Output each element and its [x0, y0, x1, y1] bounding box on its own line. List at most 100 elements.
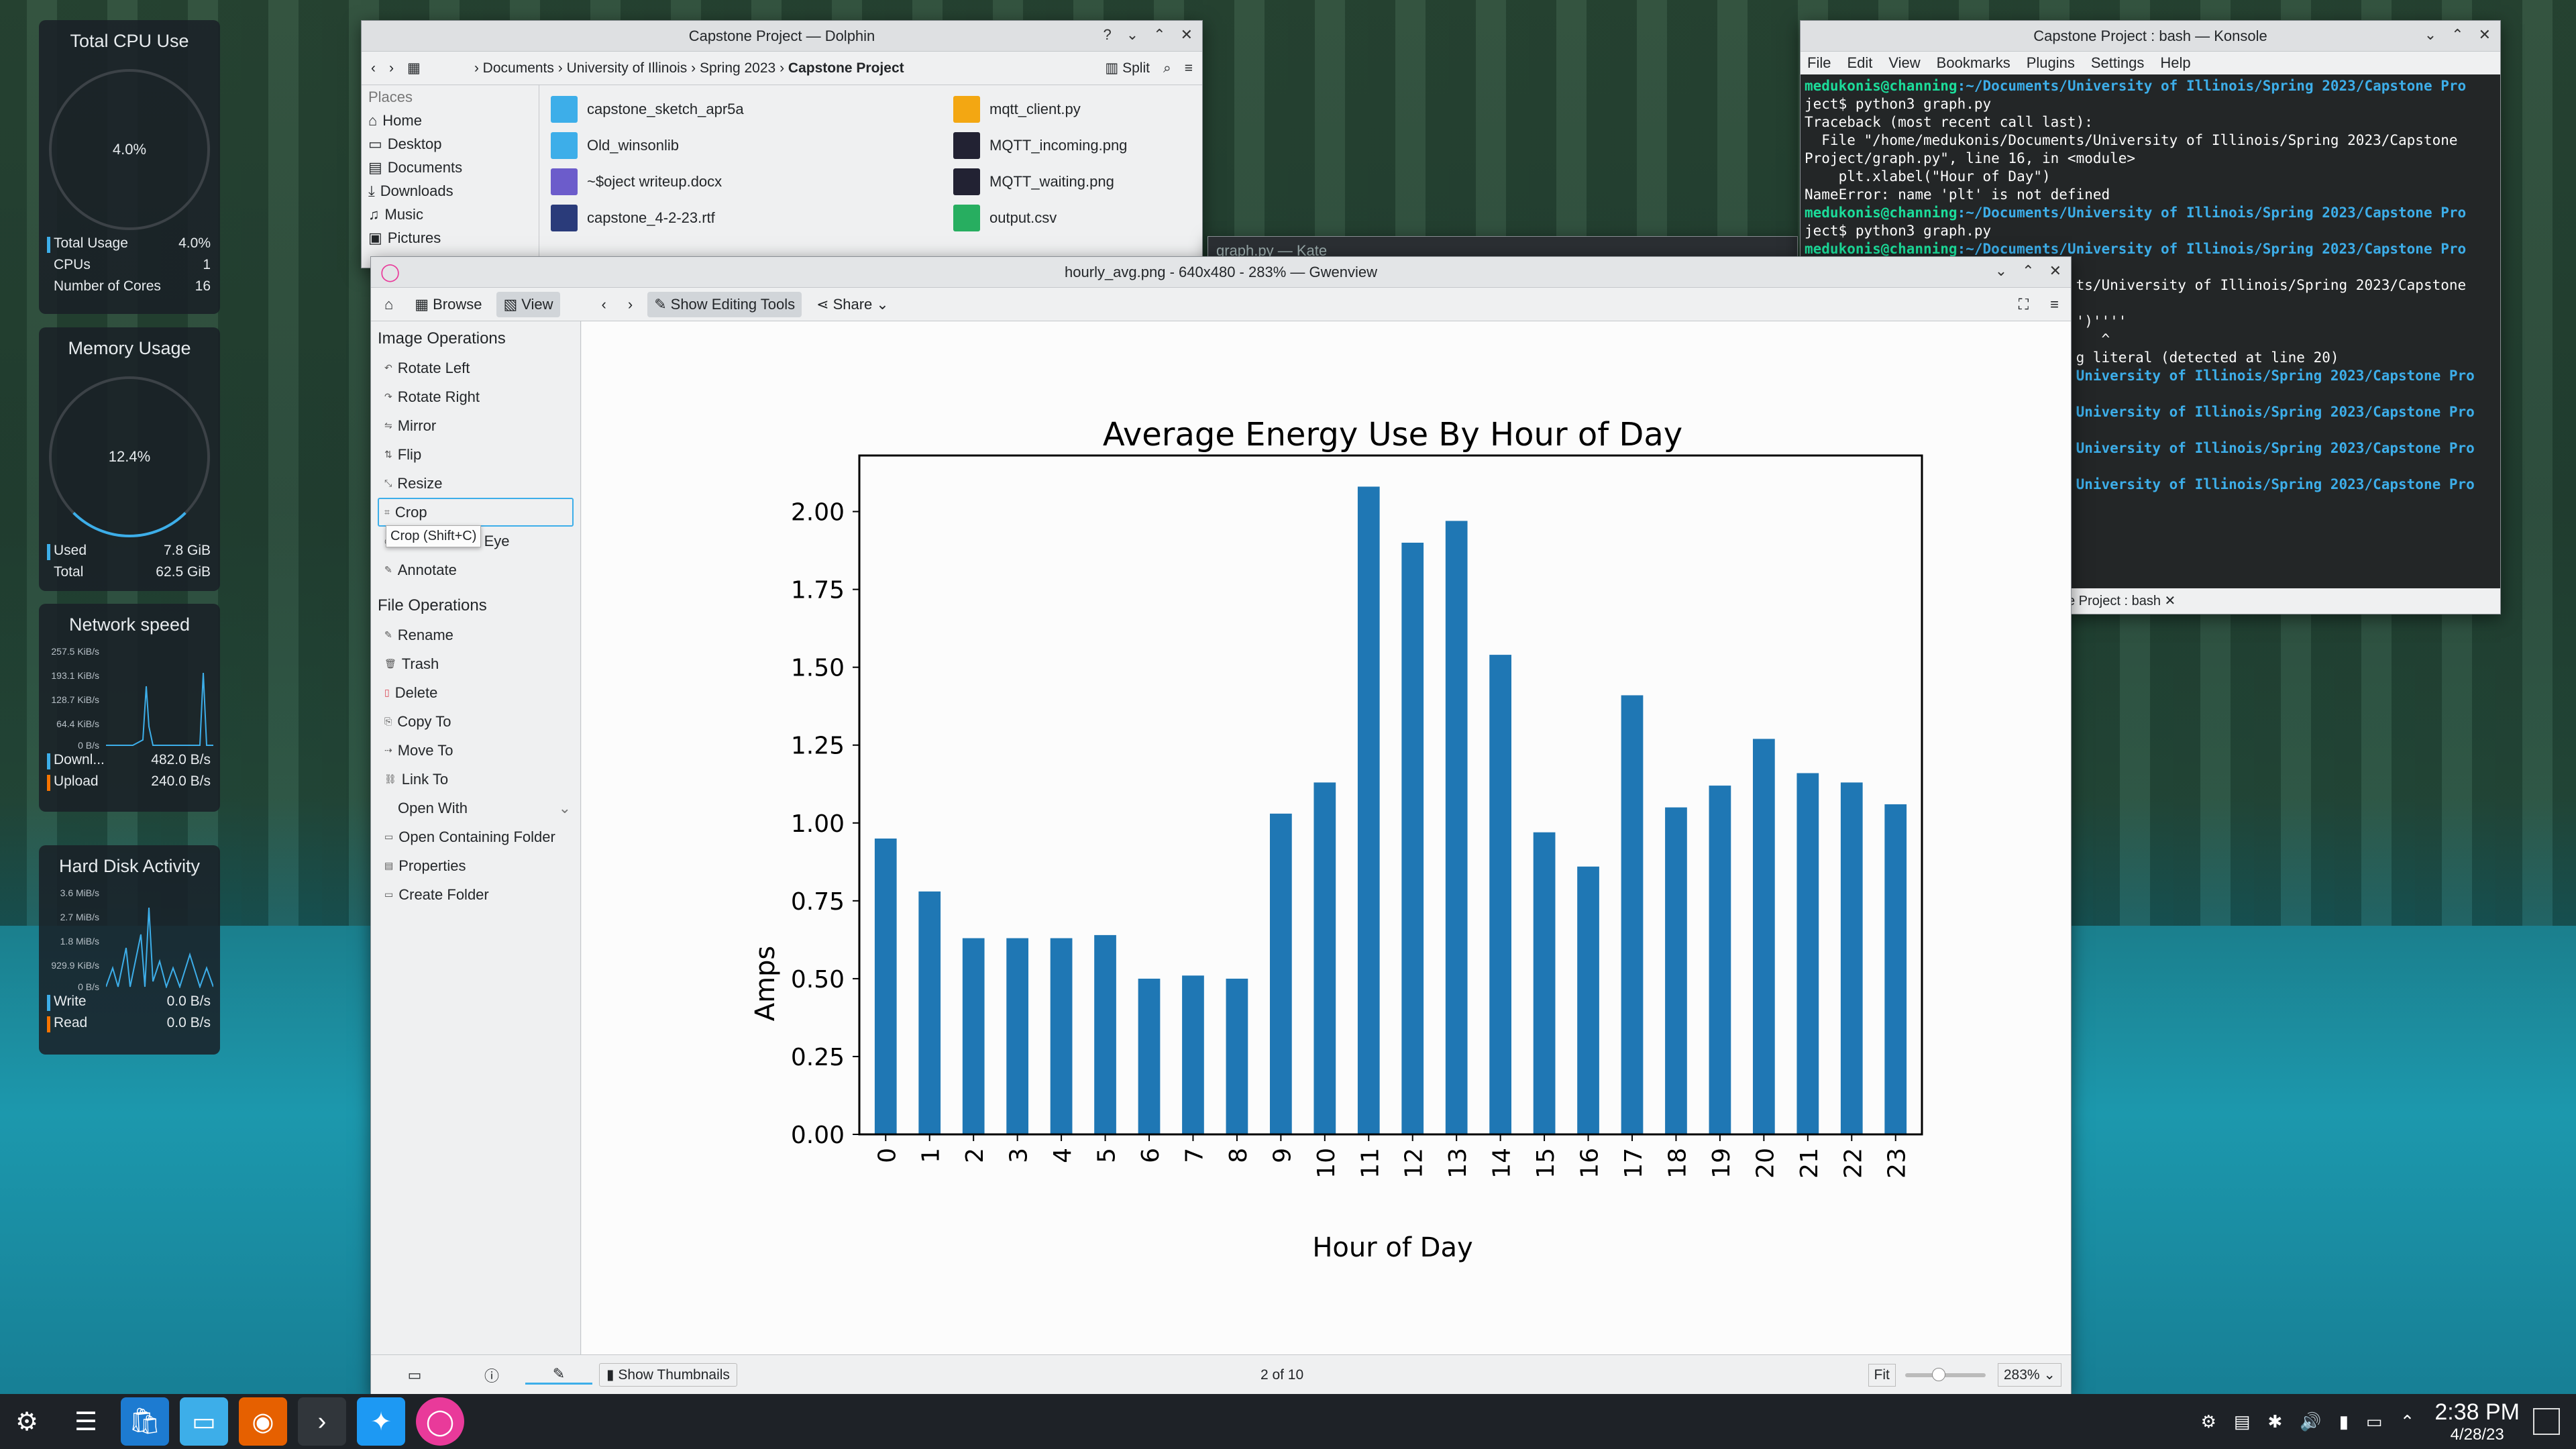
file-item[interactable]: MQTT_waiting.png [953, 168, 1114, 195]
properties-action[interactable]: ▤ Properties [371, 851, 580, 880]
battery-icon[interactable]: ▮ [2339, 1411, 2349, 1432]
volume-icon[interactable]: 🔊 [2300, 1411, 2321, 1432]
next-icon[interactable]: › [621, 292, 639, 317]
mirror-action[interactable]: ⇋ Mirror [371, 411, 580, 440]
system-settings-icon[interactable]: ☰ [62, 1397, 110, 1446]
split-button[interactable]: ▥ Split [1105, 60, 1150, 76]
fullscreen-icon[interactable]: ⛶ [2012, 292, 2035, 317]
back-icon[interactable]: ‹ [371, 60, 376, 76]
konsole-taskbar-icon[interactable]: › [298, 1397, 346, 1446]
menu-icon[interactable]: ≡ [2043, 292, 2065, 317]
rotate-right-action[interactable]: ↷ Rotate Right [371, 382, 580, 411]
application-launcher-icon[interactable]: ⚙ [3, 1397, 51, 1446]
help-icon[interactable]: ? [1103, 26, 1111, 44]
gwenview-window[interactable]: ◯ hourly_avg.png - 640x480 - 283% — Gwenv… [370, 256, 2072, 1395]
place-item[interactable]: ♫ Music [362, 203, 539, 226]
maximize-icon[interactable]: ⌃ [2022, 262, 2034, 280]
menu-item[interactable]: Plugins [2027, 54, 2075, 72]
crop-action[interactable]: ⌗ Crop [378, 498, 574, 527]
close-icon[interactable]: ✕ [2479, 26, 2491, 44]
menu-icon[interactable]: ≡ [1185, 60, 1193, 76]
menu-item[interactable]: Bookmarks [1937, 54, 2010, 72]
kate-taskbar-icon[interactable]: ✦ [357, 1397, 405, 1446]
network-icon[interactable]: ⚙ [2201, 1411, 2216, 1432]
home-icon[interactable]: ⌂ [378, 292, 400, 317]
zoom-level-select[interactable]: 283% ⌄ [1997, 1363, 2061, 1387]
maximize-icon[interactable]: ⌃ [1153, 26, 1165, 44]
bluetooth-icon[interactable]: ✱ [2268, 1411, 2283, 1432]
menu-item[interactable]: Help [2160, 54, 2190, 72]
file-item[interactable]: output.csv [953, 205, 1057, 231]
image-viewport[interactable]: Average Energy Use By Hour of Day Hour o… [582, 321, 2071, 1354]
maximize-icon[interactable]: ⌃ [2451, 26, 2463, 44]
fit-button[interactable]: Fit [1868, 1363, 1896, 1387]
file-item[interactable]: mqtt_client.py [953, 96, 1081, 123]
menu-item[interactable]: File [1807, 54, 1831, 72]
file-item[interactable]: capstone_4-2-23.rtf [551, 205, 715, 231]
file-item[interactable]: ~$oject writeup.docx [551, 168, 722, 195]
crumb[interactable]: Capstone Project [788, 60, 904, 76]
crumb[interactable]: Spring 2023 [700, 60, 775, 76]
previous-icon[interactable]: ‹ [595, 292, 613, 317]
folder-panel-icon[interactable]: ▭ [371, 1366, 458, 1384]
view-button[interactable]: ▧ View [496, 291, 560, 317]
dolphin-toolbar: ‹ › ▦ › Documents › University of Illinoi… [362, 52, 1202, 85]
delete-action[interactable]: ▯ Delete [371, 678, 580, 707]
share-button[interactable]: ⋖ Share ⌄ [810, 292, 896, 317]
copy-to-action[interactable]: ⎘ Copy To [371, 707, 580, 736]
chevron-up-icon[interactable]: ⌃ [2400, 1411, 2415, 1432]
show-editing-tools-button[interactable]: ✎ Show Editing Tools [647, 291, 802, 317]
file-item[interactable]: Old_winsonlib [551, 132, 679, 159]
zoom-slider[interactable] [1904, 1367, 1986, 1381]
annotate-action[interactable]: ✎ Annotate [371, 555, 580, 584]
clipboard-icon[interactable]: ▤ [2234, 1411, 2251, 1432]
clock[interactable]: 2:38 PM 4/28/23 [2434, 1399, 2520, 1444]
y-tick-label: 1.00 [791, 810, 845, 838]
place-item[interactable]: ▣ Pictures [362, 226, 539, 250]
trash-action[interactable]: 🗑 Trash [371, 649, 580, 678]
gwenview-taskbar-icon[interactable]: ◯ [416, 1397, 464, 1446]
place-item[interactable]: ▭ Desktop [362, 132, 539, 156]
open-containing-folder-action[interactable]: ▭ Open Containing Folder [371, 822, 580, 851]
close-icon[interactable]: ✕ [1181, 26, 1193, 44]
show-desktop-icon[interactable] [2533, 1408, 2560, 1435]
resize-action[interactable]: ⤡ Resize [371, 469, 580, 498]
crumb[interactable]: University of Illinois [567, 60, 688, 76]
x-tick-label: 12 [1401, 1148, 1428, 1179]
folder-icon: ▭ [384, 831, 394, 842]
menu-item[interactable]: Settings [2091, 54, 2145, 72]
create-folder-action[interactable]: ▭ Create Folder [371, 880, 580, 909]
file-item[interactable]: MQTT_incoming.png [953, 132, 1127, 159]
dolphin-window[interactable]: Capstone Project — Dolphin ? ⌄ ⌃ ✕ ‹ › ▦ › D… [361, 20, 1203, 268]
search-icon[interactable]: ⌕ [1163, 60, 1171, 76]
link-to-action[interactable]: ⛓ Link To [371, 765, 580, 794]
forward-icon[interactable]: › [389, 60, 394, 76]
display-icon[interactable]: ▭ [2366, 1411, 2383, 1432]
flip-action[interactable]: ⇅ Flip [371, 440, 580, 469]
minimize-icon[interactable]: ⌄ [1126, 26, 1138, 44]
network-row: Upload 240.0 B/s [39, 773, 220, 791]
browse-button[interactable]: ▦ Browse [408, 292, 488, 317]
menu-item[interactable]: View [1888, 54, 1920, 72]
view-mode-icon[interactable]: ▦ [407, 60, 421, 76]
konsole-tab[interactable]: e Project : bash ✕ [2062, 588, 2500, 614]
minimize-icon[interactable]: ⌄ [2424, 26, 2436, 44]
place-item[interactable]: ⌂ Home [362, 109, 539, 132]
move-to-action[interactable]: ⇢ Move To [371, 736, 580, 765]
close-icon[interactable]: ✕ [2049, 262, 2061, 280]
menu-item[interactable]: Edit [1847, 54, 1872, 72]
show-thumbnails-button[interactable]: ▮ Show Thumbnails [599, 1363, 737, 1387]
rotate-left-action[interactable]: ↶ Rotate Left [371, 354, 580, 382]
dolphin-taskbar-icon[interactable]: ▭ [180, 1397, 228, 1446]
discover-icon[interactable]: 🛍 [121, 1397, 169, 1446]
rename-action[interactable]: ✎ Rename [371, 621, 580, 649]
crumb[interactable]: Documents [483, 60, 554, 76]
minimize-icon[interactable]: ⌄ [1995, 262, 2007, 280]
firefox-icon[interactable]: ◉ [239, 1397, 287, 1446]
place-item[interactable]: ⤓ Downloads [362, 179, 539, 203]
file-item[interactable]: capstone_sketch_apr5a [551, 96, 744, 123]
info-panel-icon[interactable]: ⓘ [458, 1364, 525, 1386]
edit-panel-icon[interactable]: ✎ [525, 1365, 592, 1385]
place-item[interactable]: ▤ Documents [362, 156, 539, 179]
open-with-action[interactable]: Open With ⌄ [371, 794, 580, 822]
